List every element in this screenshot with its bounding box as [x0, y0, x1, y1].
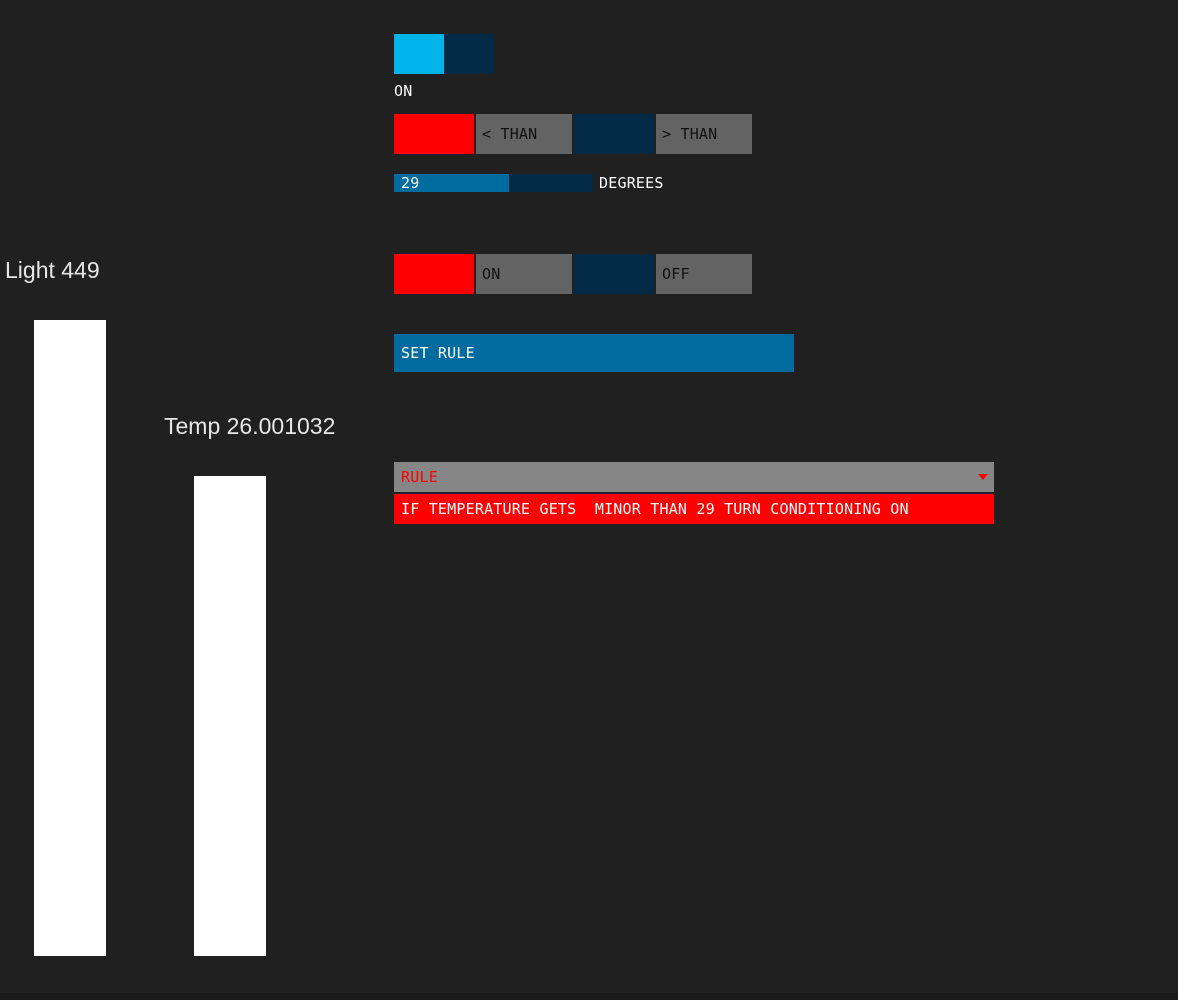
radio-off[interactable]	[574, 254, 654, 294]
set-rule-button[interactable]: SET RULE	[394, 334, 794, 372]
light-label: Light 449	[5, 257, 100, 283]
light-bar	[34, 320, 106, 956]
radio-less-than-label[interactable]: < THAN	[476, 114, 572, 154]
rule-dropdown[interactable]: RULE	[394, 462, 994, 492]
rule-list-item[interactable]: IF TEMPERATURE GETS MINOR THAN 29 TURN C…	[394, 494, 994, 524]
radio-greater-than[interactable]	[574, 114, 654, 154]
degrees-slider-value: 29	[401, 174, 420, 192]
temp-bar	[194, 476, 266, 956]
toggle-switch[interactable]	[394, 34, 444, 74]
degrees-slider-caption: DEGREES	[599, 174, 664, 192]
toggle-label: ON	[394, 82, 413, 100]
radio-off-label[interactable]: OFF	[656, 254, 752, 294]
radio-greater-than-label[interactable]: > THAN	[656, 114, 752, 154]
temp-label: Temp 26.001032	[164, 413, 336, 439]
radio-on[interactable]	[394, 254, 474, 294]
radio-on-label[interactable]: ON	[476, 254, 572, 294]
chevron-down-icon[interactable]	[978, 474, 988, 480]
bottom-edge	[0, 993, 1178, 1000]
toggle-switch-off-half[interactable]	[444, 34, 494, 74]
radio-less-than[interactable]	[394, 114, 474, 154]
